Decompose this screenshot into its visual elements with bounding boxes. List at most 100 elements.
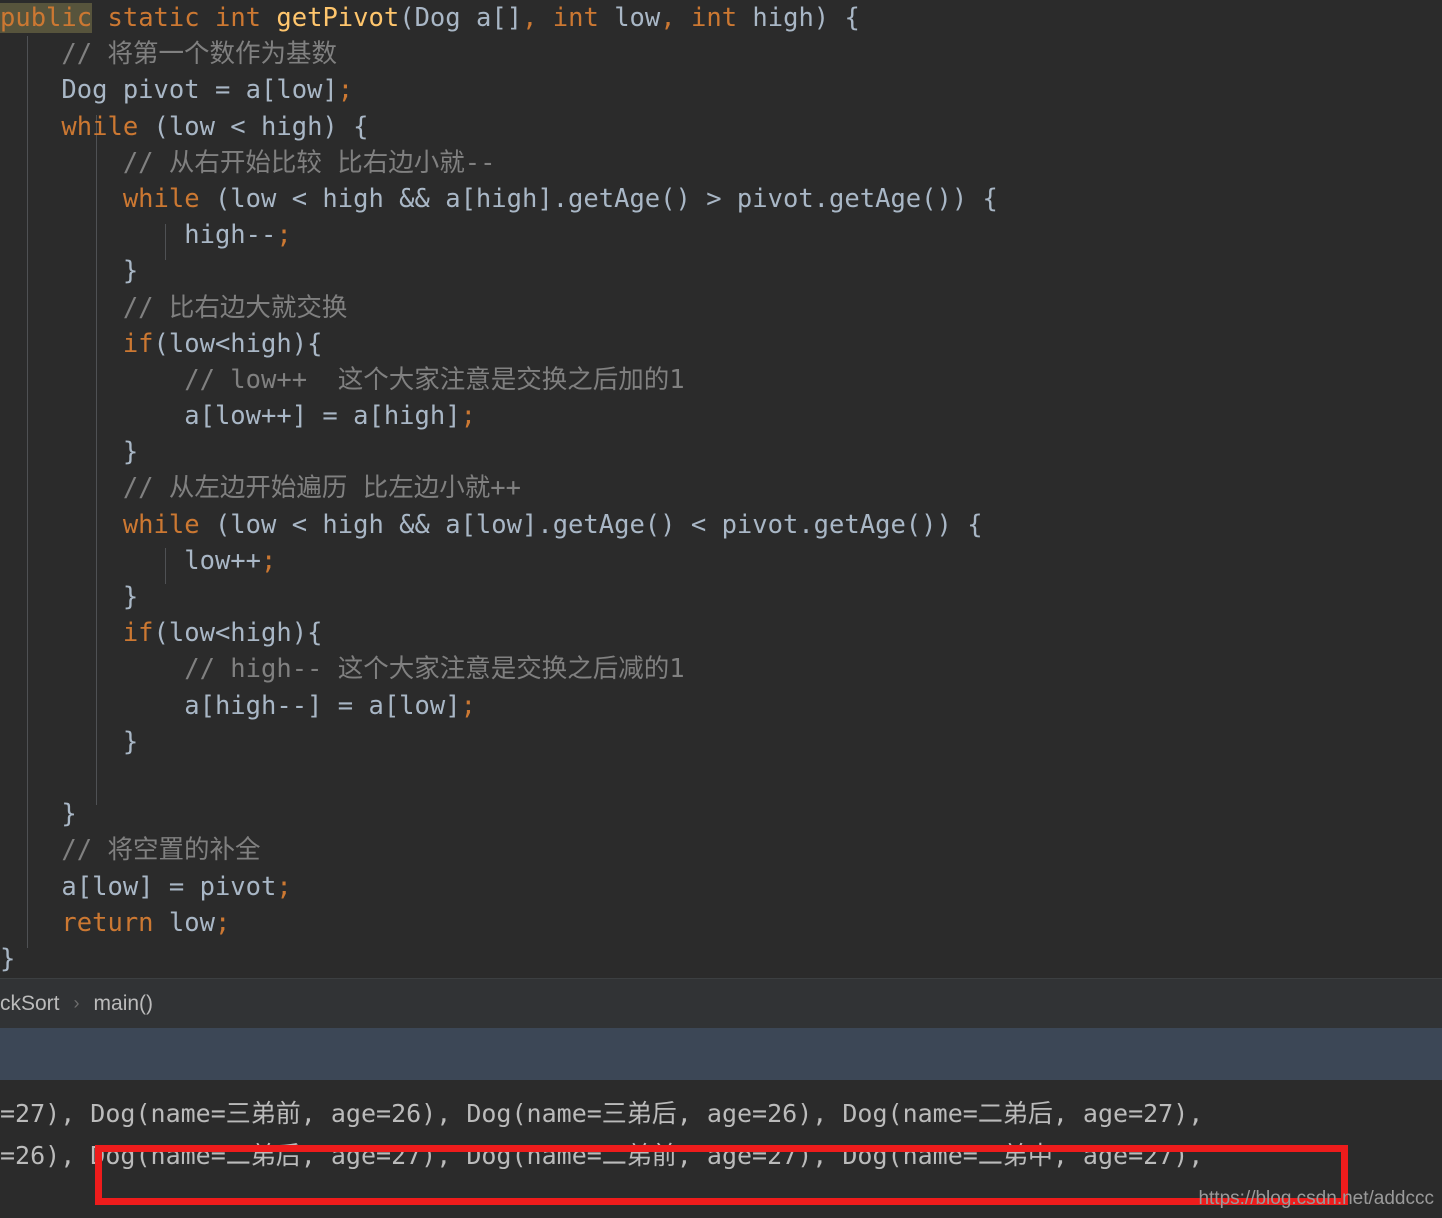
code-line[interactable]: // 将第一个数作为基数 [0, 36, 1442, 72]
code-line[interactable]: low++; [0, 543, 1442, 579]
code-token: } [122, 256, 139, 287]
watermark-url: https://blog.csdn.net/addccc [1198, 1188, 1434, 1209]
code-line[interactable]: return low; [0, 905, 1442, 941]
code-token: } [122, 582, 139, 612]
code-token: (low < high && a[high].getAge() > pivot.… [199, 183, 998, 214]
code-token: ; [276, 871, 292, 902]
code-token: if [122, 328, 154, 359]
console-line: =26), Dog(name=二弟后, age=27), Dog(name=二弟… [0, 1141, 1204, 1170]
code-token: return [61, 907, 154, 938]
code-token: } [0, 943, 16, 974]
code-token: low++ [184, 545, 261, 576]
code-token: // high-- 这个大家注意是交换之后减的1 [184, 654, 685, 685]
code-token: ; [214, 907, 231, 938]
code-line[interactable]: a[low] = pivot; [0, 869, 1442, 905]
breadcrumb[interactable]: ckSort › main() [0, 978, 1442, 1028]
code-token: , [522, 3, 538, 33]
code-token: a[high--] = a[low] [184, 690, 461, 721]
code-token: low [598, 3, 661, 33]
code-line[interactable]: while (low < high && a[high].getAge() > … [0, 181, 1442, 217]
code-line[interactable]: // 比右边大就交换 [0, 290, 1442, 326]
code-token: while [61, 111, 139, 142]
code-line[interactable]: high--; [0, 217, 1442, 253]
code-line[interactable]: if(low<high){ [0, 615, 1442, 651]
code-token: , [660, 3, 676, 33]
code-token: while [122, 183, 200, 214]
code-editor-pane[interactable]: public static int getPivot(Dog a[], int … [0, 0, 1442, 978]
code-line[interactable]: // 从右开始比较 比右边小就-- [0, 145, 1442, 181]
code-line[interactable]: while (low < high) { [0, 109, 1442, 145]
code-token: ; [261, 545, 277, 576]
code-line[interactable]: // 将空置的补全 [0, 832, 1442, 868]
code-line[interactable]: } [0, 796, 1442, 832]
code-line[interactable]: // high-- 这个大家注意是交换之后减的1 [0, 651, 1442, 687]
code-line[interactable]: Dog pivot = a[low]; [0, 72, 1442, 108]
code-line[interactable]: a[high--] = a[low]; [0, 688, 1442, 724]
code-token: (low < high && a[low].getAge() < pivot.g… [199, 509, 983, 540]
breadcrumb-class[interactable]: ckSort [0, 992, 60, 1016]
code-line[interactable]: while (low < high && a[low].getAge() < p… [0, 507, 1442, 543]
code-token: // 比右边大就交换 [122, 292, 348, 323]
code-token: (low < high) { [138, 111, 369, 142]
code-token: a[low] = pivot [61, 871, 277, 902]
code-token: getPivot [276, 3, 400, 33]
code-token: ; [276, 220, 292, 251]
console-line: =27), Dog(name=三弟前, age=26), Dog(name=三弟… [0, 1099, 1204, 1128]
code-line[interactable]: // 从左边开始遍历 比左边小就++ [0, 470, 1442, 506]
code-token: low [153, 907, 215, 938]
code-token: } [122, 726, 139, 757]
code-line[interactable] [0, 760, 1442, 796]
console-selection-bar[interactable] [0, 1028, 1442, 1080]
code-token: high-- [184, 220, 277, 251]
code-token: Dog pivot = a[low] [61, 75, 338, 106]
code-token: while [122, 509, 200, 540]
code-token: } [122, 437, 139, 468]
code-line[interactable]: public static int getPivot(Dog a[], int … [0, 0, 1442, 36]
breadcrumb-method[interactable]: main() [94, 992, 154, 1016]
code-line[interactable]: } [0, 579, 1442, 615]
code-token: // 将第一个数作为基数 [61, 39, 337, 70]
code-token: // 从右开始比较 比右边小就-- [122, 147, 496, 178]
code-token: (low<high){ [153, 618, 323, 649]
code-token: public [0, 3, 93, 33]
source-code[interactable]: public static int getPivot(Dog a[], int … [0, 0, 1442, 977]
code-line[interactable]: } [0, 253, 1442, 289]
code-line[interactable]: if(low<high){ [0, 326, 1442, 362]
code-token: (low<high){ [153, 328, 323, 359]
code-token: // 将空置的补全 [61, 835, 261, 866]
code-token: Dog [414, 3, 461, 33]
code-token: int [552, 3, 599, 33]
code-line[interactable]: } [0, 941, 1442, 977]
code-token: // low++ 这个大家注意是交换之后加的1 [184, 364, 685, 395]
code-line[interactable]: a[low++] = a[high]; [0, 398, 1442, 434]
code-token: int [214, 3, 262, 33]
code-token: // 从左边开始遍历 比左边小就++ [122, 473, 521, 504]
code-token: ; [460, 401, 476, 432]
code-line[interactable]: } [0, 434, 1442, 470]
code-line[interactable]: // low++ 这个大家注意是交换之后加的1 [0, 362, 1442, 398]
code-token: } [61, 799, 77, 830]
code-token: a[low++] = a[high] [184, 401, 461, 432]
code-token: static [107, 3, 200, 33]
code-line[interactable]: } [0, 724, 1442, 760]
